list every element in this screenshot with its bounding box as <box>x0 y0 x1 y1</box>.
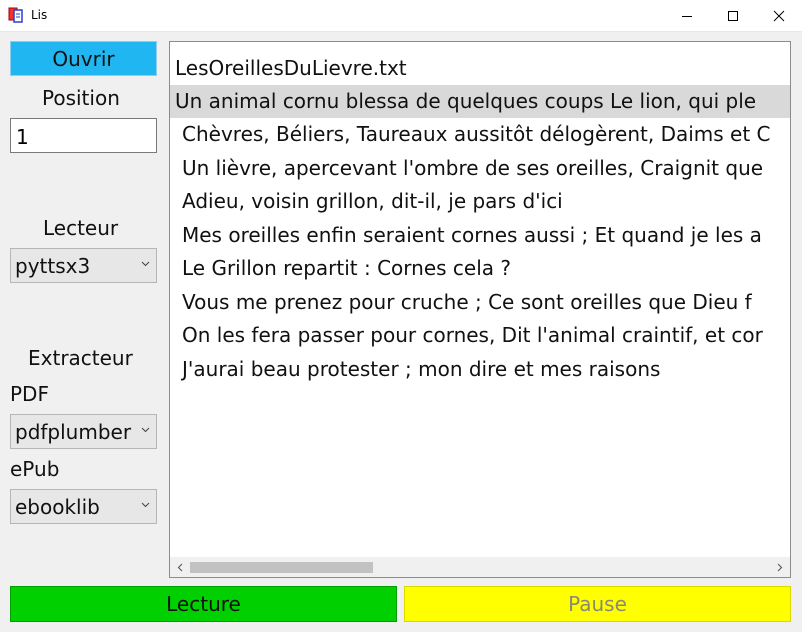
pdf-label: PDF <box>10 382 49 406</box>
pdf-extractor-select[interactable]: pdfplumber <box>10 414 157 449</box>
epub-select-value: ebooklib <box>15 495 100 519</box>
list-item[interactable]: Le Grillon repartit : Cornes cela ? <box>170 252 790 285</box>
extractor-label: Extracteur <box>28 346 133 370</box>
list-item[interactable]: J'aurai beau protester ; mon dire et mes… <box>170 353 790 386</box>
maximize-icon <box>728 10 738 21</box>
list-item-selected[interactable]: Un animal cornu blessa de quelques coups… <box>170 85 790 118</box>
chevron-left-icon <box>177 563 183 571</box>
close-button[interactable] <box>756 0 802 31</box>
epub-label: ePub <box>10 457 60 481</box>
list-item[interactable]: Un lièvre, apercevant l'ombre de ses ore… <box>170 152 790 185</box>
list-item[interactable]: Chèvres, Béliers, Taureaux aussitôt délo… <box>170 118 790 151</box>
position-label: Position <box>42 86 120 110</box>
text-listbox[interactable]: LesOreillesDuLievre.txt Un animal cornu … <box>169 41 791 578</box>
minimize-icon <box>682 15 692 17</box>
list-item[interactable]: LesOreillesDuLievre.txt <box>170 52 790 85</box>
list-item[interactable]: Mes oreilles enfin seraient cornes aussi… <box>170 219 790 252</box>
list-item[interactable]: Vous me prenez pour cruche ; Ce sont ore… <box>170 286 790 319</box>
window-title: Lis <box>31 8 48 22</box>
play-button[interactable]: Lecture <box>10 586 397 622</box>
position-input[interactable]: 1 <box>10 118 157 153</box>
maximize-button[interactable] <box>710 0 756 31</box>
horizontal-scrollbar[interactable] <box>169 557 791 578</box>
scrollbar-thumb[interactable] <box>190 562 373 573</box>
chevron-right-icon <box>777 563 783 571</box>
main-area: Ouvrir Position 1 Lecteur pyttsx3 Extrac… <box>0 32 802 632</box>
epub-extractor-select[interactable]: ebooklib <box>10 489 157 524</box>
list-item[interactable]: On les fera passer pour cornes, Dit l'an… <box>170 319 790 352</box>
chevron-down-icon <box>141 502 150 508</box>
scroll-left-button[interactable] <box>172 559 188 575</box>
chevron-down-icon <box>141 427 150 433</box>
open-button[interactable]: Ouvrir <box>10 41 157 76</box>
scroll-right-button[interactable] <box>772 559 788 575</box>
reader-label: Lecteur <box>43 216 119 240</box>
app-icon <box>8 7 23 23</box>
pdf-select-value: pdfplumber <box>15 420 132 444</box>
reader-select-value: pyttsx3 <box>15 254 91 278</box>
title-bar: Lis <box>0 0 802 32</box>
list-item[interactable]: Adieu, voisin grillon, dit-il, je pars d… <box>170 185 790 218</box>
pause-button[interactable]: Pause <box>404 586 791 622</box>
close-icon <box>773 10 785 21</box>
reader-select[interactable]: pyttsx3 <box>10 248 157 283</box>
minimize-button[interactable] <box>664 0 710 31</box>
chevron-down-icon <box>141 261 150 267</box>
